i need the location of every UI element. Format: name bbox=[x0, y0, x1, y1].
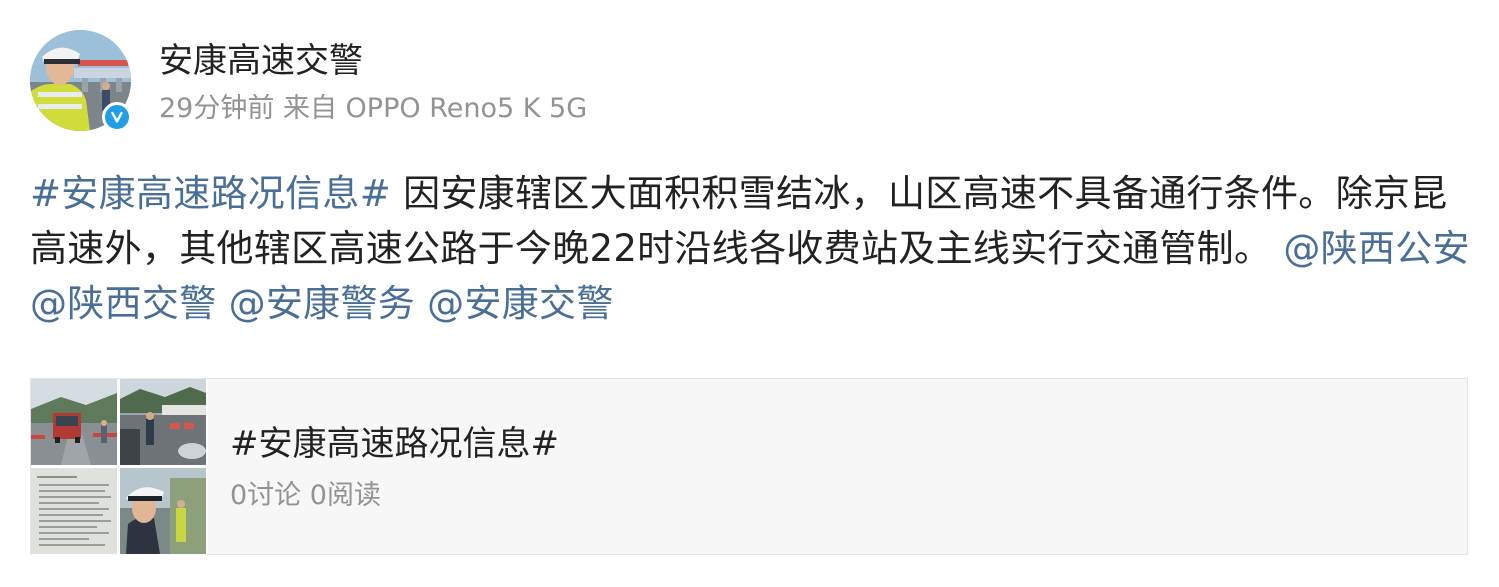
source-device: OPPO Reno5 K 5G bbox=[345, 93, 588, 124]
mention-shaanxi-police[interactable]: @陕西公安 bbox=[1283, 227, 1470, 270]
mention-shaanxi-traffic-police[interactable]: @陕西交警 bbox=[30, 282, 217, 325]
post-time[interactable]: 29分钟前 bbox=[159, 93, 274, 124]
toll-plaza-photo bbox=[120, 379, 206, 465]
discussion-count: 0讨论 bbox=[230, 480, 302, 511]
read-count: 0阅读 bbox=[309, 480, 381, 511]
post-meta: 29分钟前 来自 OPPO Reno5 K 5G bbox=[159, 92, 587, 126]
author-name[interactable]: 安康高速交警 bbox=[159, 40, 363, 82]
source-prefix: 来自 bbox=[282, 93, 337, 124]
mention-ankang-police[interactable]: @安康警务 bbox=[229, 282, 416, 325]
topic-card-title[interactable]: #安康高速路况信息# bbox=[230, 423, 559, 465]
topic-link[interactable]: #安康高速路况信息# bbox=[30, 172, 391, 215]
notice-document-photo bbox=[31, 468, 117, 554]
topic-card-stats: 0讨论 0阅读 bbox=[230, 479, 381, 513]
truck-photo bbox=[31, 379, 117, 465]
police-officer-photo bbox=[120, 468, 206, 554]
mention-ankang-traffic-police[interactable]: @安康交警 bbox=[427, 282, 614, 325]
post-text: #安康高速路况信息# 因安康辖区大面积积雪结冰，山区高速不具备通行条件。除京昆高… bbox=[30, 166, 1470, 331]
topic-thumbnails bbox=[31, 379, 208, 556]
verified-badge-icon bbox=[102, 102, 132, 132]
topic-card[interactable]: #安康高速路况信息# 0讨论 0阅读 bbox=[30, 378, 1468, 556]
author-avatar[interactable] bbox=[30, 30, 132, 132]
